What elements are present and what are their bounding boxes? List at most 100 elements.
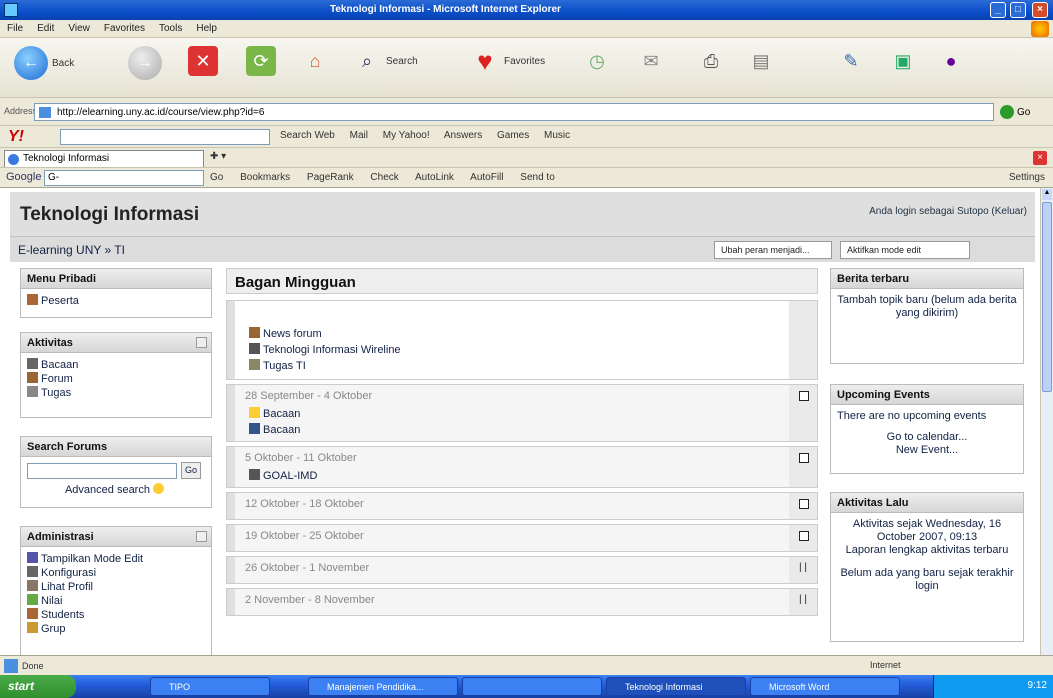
show-all-weeks-icon[interactable]: | | <box>799 595 809 605</box>
page-content: Teknologi Informasi Anda login sebagai S… <box>0 188 1040 655</box>
block-menu-pribadi: Menu Pribadi Peserta <box>20 268 212 318</box>
task-manajemen[interactable]: Manajemen Pendidika... <box>308 677 458 696</box>
menu-tools[interactable]: Tools <box>152 20 189 37</box>
yahoo-item-music[interactable]: Music <box>544 130 570 141</box>
forum-search-go-button[interactable]: Go <box>181 462 202 479</box>
home-button[interactable]: ⌂ <box>300 46 330 76</box>
block-title-text: Administrasi <box>27 531 94 543</box>
menu-pribadi-item[interactable]: Peserta <box>27 294 205 308</box>
start-button[interactable]: start <box>0 675 76 698</box>
scroll-up-icon[interactable]: ▲ <box>1042 189 1052 200</box>
google-go-button[interactable]: Go <box>210 172 223 183</box>
stop-button[interactable]: ✕ <box>188 46 218 76</box>
admin-item-students[interactable]: Students <box>27 608 205 622</box>
tugas-link[interactable]: Tugas TI <box>249 359 306 372</box>
show-week-only-icon[interactable] <box>799 391 809 401</box>
hide-block-icon[interactable] <box>196 337 207 348</box>
scroll-thumb[interactable] <box>1042 202 1052 392</box>
favorites-button[interactable]: ♥ Favorites <box>470 46 545 76</box>
go-to-calendar-link[interactable]: Go to calendar... <box>837 431 1017 444</box>
yahoo-item-games[interactable]: Games <box>497 130 529 141</box>
refresh-icon: ⟳ <box>246 46 276 76</box>
google-item-autofill[interactable]: AutoFill <box>470 172 503 183</box>
yahoo-item-my-yahoo[interactable]: My Yahoo! <box>383 130 430 141</box>
full-report-link[interactable]: Laporan lengkap aktivitas terbaru <box>837 544 1017 557</box>
print-button[interactable]: ⎙ <box>696 46 726 76</box>
refresh-button[interactable]: ⟳ <box>246 46 276 76</box>
admin-item-konfigurasi[interactable]: Konfigurasi <box>27 566 205 580</box>
item-label: Forum <box>41 373 73 385</box>
edit-mode-button[interactable]: Aktifkan mode edit <box>840 241 970 259</box>
back-button[interactable]: ← Back <box>14 46 74 80</box>
google-search-input[interactable]: G- <box>44 170 204 186</box>
vertical-scrollbar[interactable]: ▲ <box>1040 188 1053 655</box>
yahoo-toolbar: Y! Search Web Mail My Yahoo! Answers Gam… <box>0 126 1053 148</box>
admin-item-nilai[interactable]: Nilai <box>27 594 205 608</box>
advanced-search-link[interactable]: Advanced search <box>65 484 150 496</box>
menu-file[interactable]: File <box>0 20 30 37</box>
forum-search-input[interactable] <box>27 462 177 479</box>
news-forum-link[interactable]: News forum <box>249 327 322 340</box>
admin-item-profil[interactable]: Lihat Profil <box>27 580 205 594</box>
switch-role-button[interactable]: Ubah peran menjadi... <box>714 241 832 259</box>
mail-button[interactable]: ✉ <box>636 46 666 76</box>
yahoo-search-button[interactable]: Search Web <box>280 130 335 141</box>
minimize-button[interactable]: _ <box>990 2 1006 18</box>
messenger-button[interactable]: ▣ <box>888 46 918 76</box>
forward-button[interactable]: → <box>128 46 162 80</box>
yahoo-item-mail[interactable]: Mail <box>350 130 368 141</box>
goal-imd-link[interactable]: GOAL-IMD <box>249 469 317 482</box>
show-week-only-icon[interactable] <box>799 499 809 509</box>
edit-button[interactable]: ▤ <box>746 46 776 76</box>
breadcrumb-link[interactable]: E-learning UNY » TI <box>18 243 125 257</box>
help-icon[interactable] <box>153 483 165 494</box>
admin-item-edit[interactable]: Tampilkan Mode Edit <box>27 552 205 566</box>
task-tipo[interactable]: TIPO <box>150 677 270 696</box>
task-teknologi-informasi[interactable]: Teknologi Informasi <box>606 677 746 696</box>
new-tab-button[interactable]: ✚ ▾ <box>210 151 226 162</box>
item-label: GOAL-IMD <box>263 470 318 482</box>
search-button[interactable]: ⌕ Search <box>352 46 418 76</box>
login-info[interactable]: Anda login sebagai Sutopo (Keluar) <box>869 206 1027 217</box>
yahoo-item-answers[interactable]: Answers <box>444 130 482 141</box>
menu-favorites[interactable]: Favorites <box>97 20 152 37</box>
close-tab-icon[interactable]: × <box>1033 151 1047 165</box>
go-arrow-icon <box>1000 105 1014 119</box>
berita-text[interactable]: Tambah topik baru (belum ada berita yang… <box>831 289 1023 325</box>
show-all-weeks-icon[interactable]: | | <box>799 563 809 573</box>
aktivitas-item-bacaan[interactable]: Bacaan <box>27 358 205 372</box>
google-item-autolink[interactable]: AutoLink <box>415 172 454 183</box>
google-item-pagerank[interactable]: PageRank <box>307 172 354 183</box>
show-week-only-icon[interactable] <box>799 531 809 541</box>
google-item-bookmarks[interactable]: Bookmarks <box>240 172 290 183</box>
task-blank[interactable] <box>462 677 602 696</box>
google-item-send-to[interactable]: Send to <box>520 172 554 183</box>
group-icon <box>27 622 38 633</box>
menu-help[interactable]: Help <box>189 20 224 37</box>
settings-icon <box>27 566 38 577</box>
menu-view[interactable]: View <box>61 20 97 37</box>
maximize-button[interactable]: □ <box>1010 2 1026 18</box>
discuss-button[interactable]: ✎ <box>836 46 866 76</box>
google-settings-button[interactable]: Settings <box>1009 172 1045 183</box>
menu-edit[interactable]: Edit <box>30 20 61 37</box>
yahoo-messenger-button[interactable]: ● <box>936 46 966 76</box>
bacaan-link[interactable]: Bacaan <box>249 423 300 436</box>
task-word[interactable]: Microsoft Word <box>750 677 900 696</box>
wireline-link[interactable]: Teknologi Informasi Wireline <box>249 343 401 356</box>
address-url: http://elearning.uny.ac.id/course/view.p… <box>57 107 265 118</box>
show-week-only-icon[interactable] <box>799 453 809 463</box>
google-item-check[interactable]: Check <box>370 172 398 183</box>
aktivitas-item-forum[interactable]: Forum <box>27 372 205 386</box>
close-button[interactable]: × <box>1032 2 1048 18</box>
yahoo-search-input[interactable] <box>60 129 270 145</box>
bacaan-folder-link[interactable]: Bacaan <box>249 407 300 420</box>
admin-item-grup[interactable]: Grup <box>27 622 205 636</box>
address-input[interactable]: http://elearning.uny.ac.id/course/view.p… <box>34 103 994 121</box>
aktivitas-item-tugas[interactable]: Tugas <box>27 386 205 400</box>
go-button[interactable]: Go <box>1000 103 1048 121</box>
tab-teknologi-informasi[interactable]: Teknologi Informasi <box>4 150 204 167</box>
history-button[interactable]: ◷ <box>582 46 612 76</box>
new-event-link[interactable]: New Event... <box>837 444 1017 457</box>
hide-block-icon[interactable] <box>196 531 207 542</box>
